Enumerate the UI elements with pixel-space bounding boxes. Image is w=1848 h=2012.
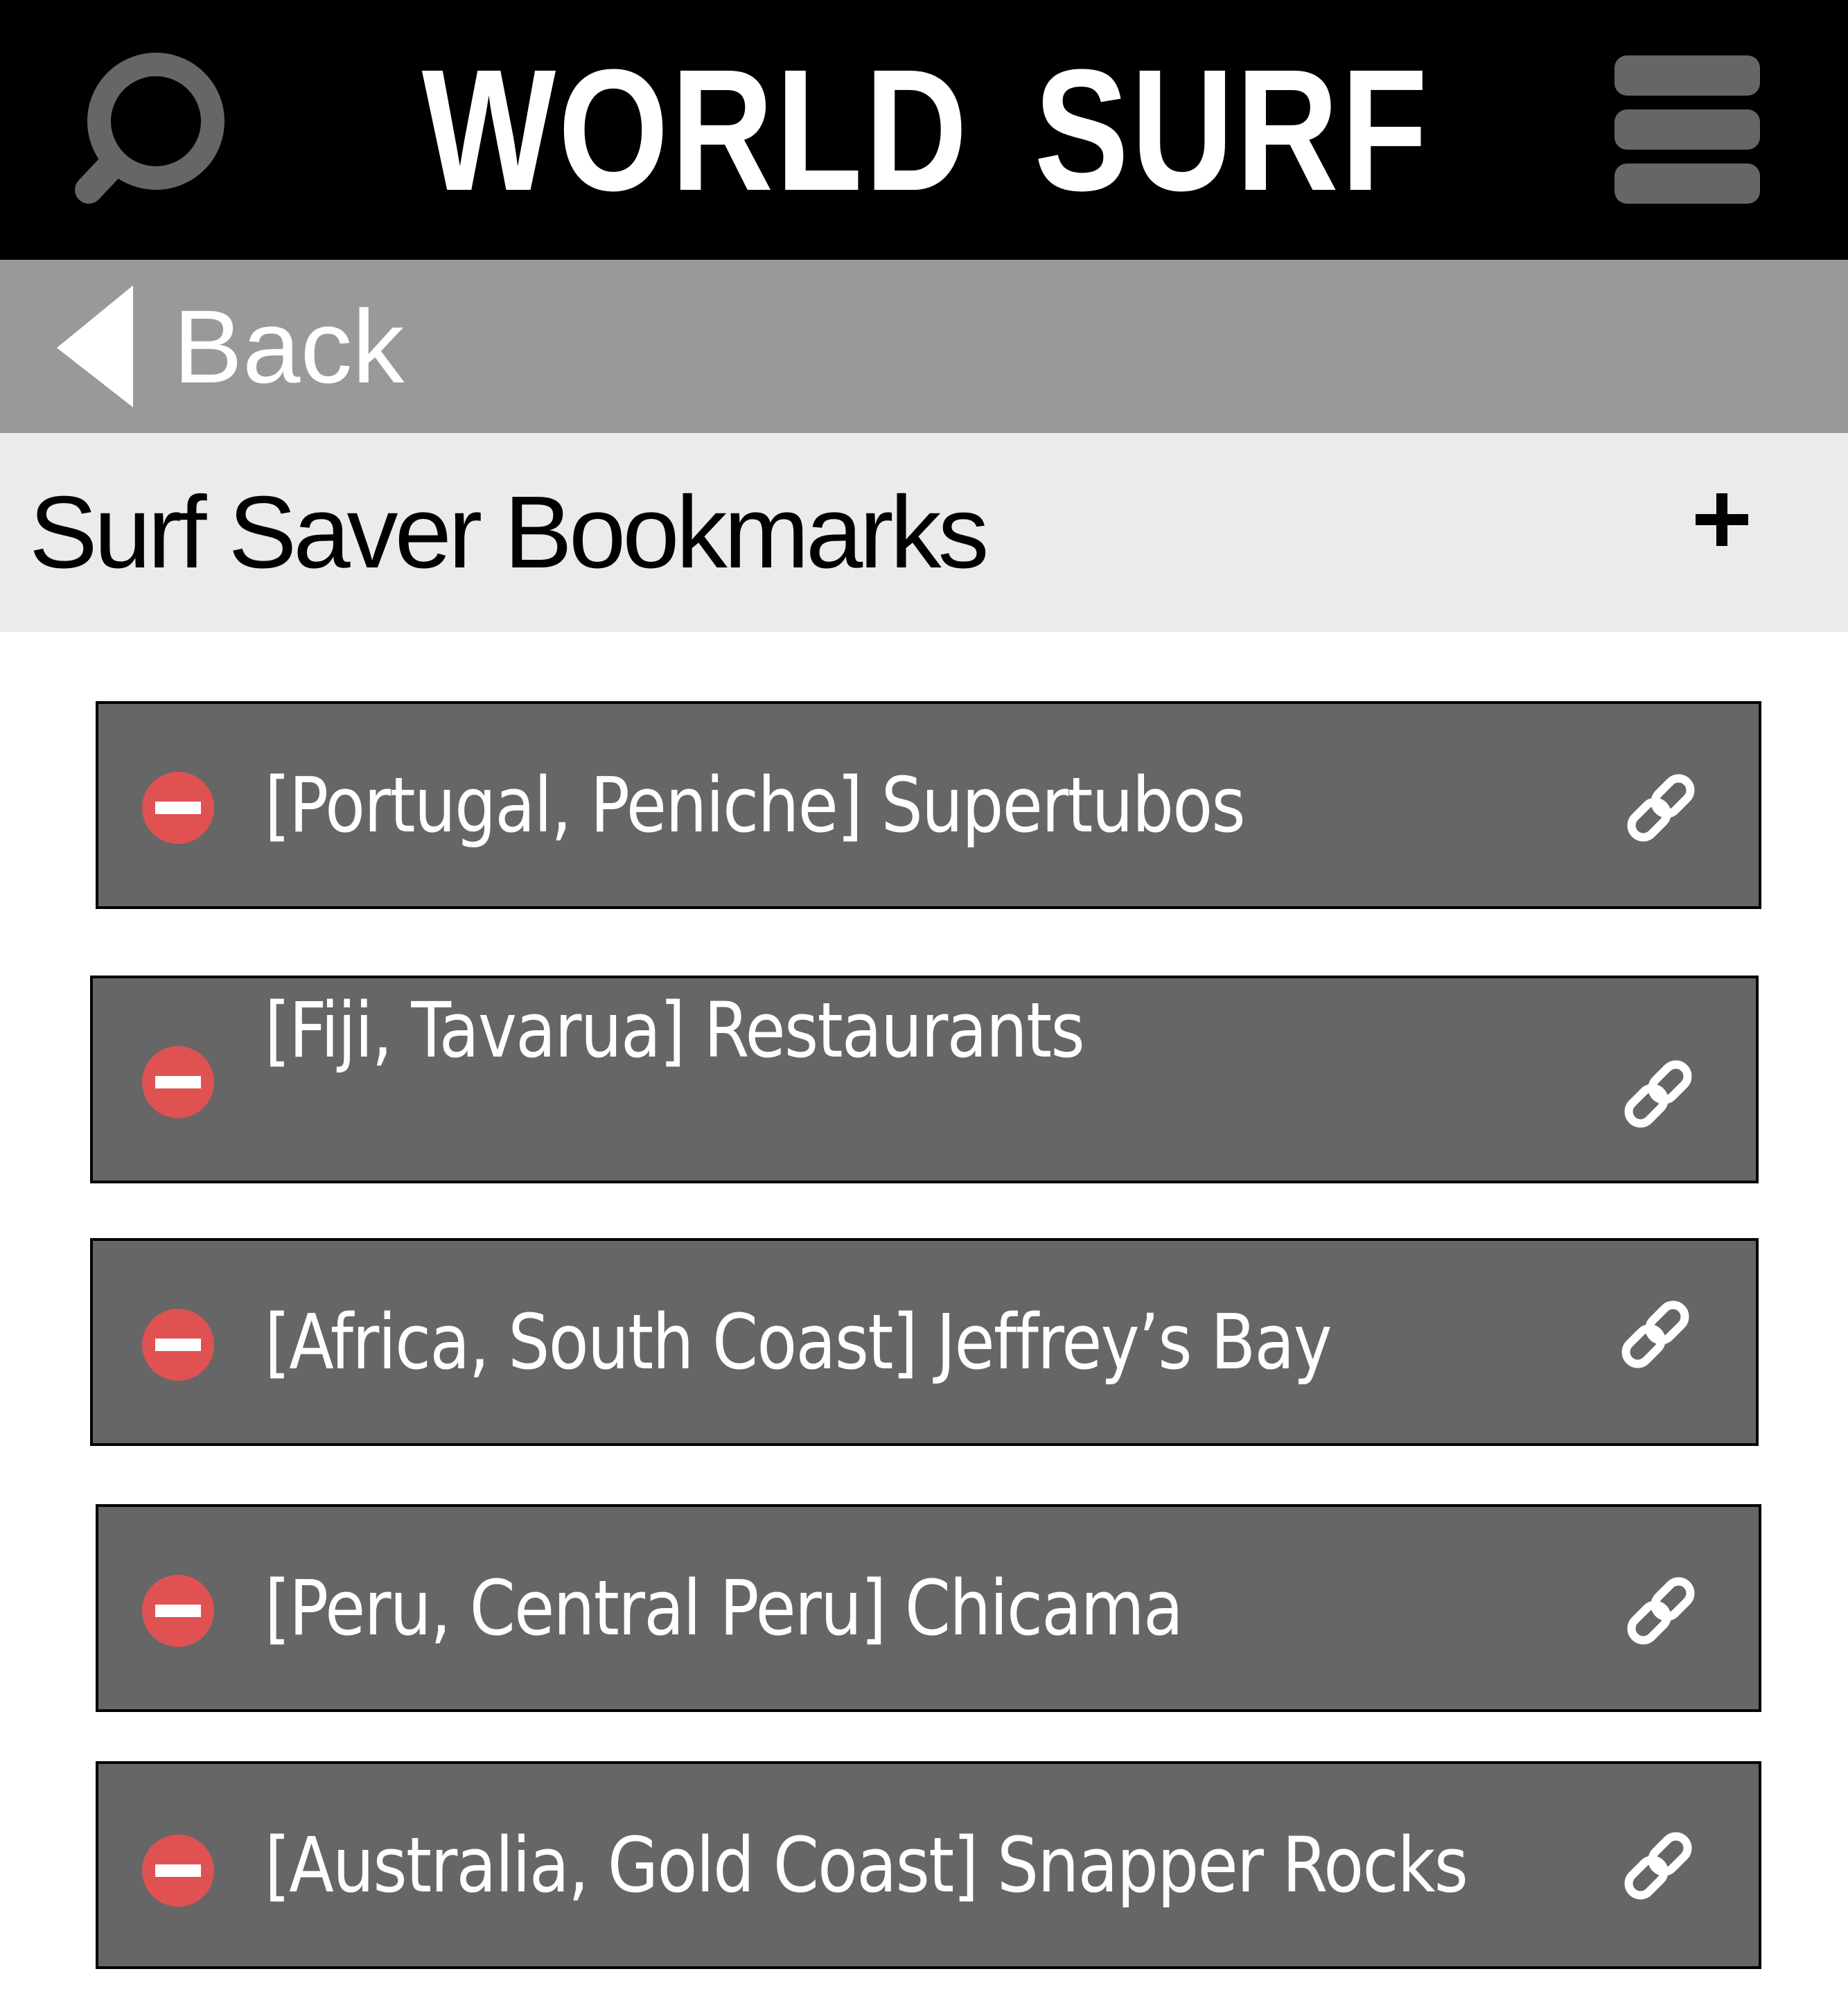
bookmark-label: [Peru, Central Peru] Chicama [265, 1564, 1183, 1652]
remove-icon [142, 1835, 214, 1907]
bookmark-row[interactable]: [Fiji, Tavarua] Restaurants [90, 976, 1759, 1183]
back-triangle-icon [57, 285, 133, 407]
remove-bookmark-button[interactable] [140, 1044, 216, 1120]
bookmark-label: [Portugal, Peniche] Supertubos [265, 761, 1246, 849]
link-icon [1627, 1577, 1695, 1645]
bookmark-label: [Africa, South Coast] Jeffrey’s Bay [265, 1298, 1332, 1386]
remove-bookmark-button[interactable] [140, 770, 216, 846]
bookmark-label: [Fiji, Tavarua] Restaurants [265, 986, 1085, 1075]
plus-icon [1696, 493, 1748, 546]
back-button[interactable]: Back [0, 260, 1848, 433]
hamburger-menu-icon-bar-2 [1614, 109, 1760, 150]
search-icon [75, 53, 225, 204]
remove-bookmark-button[interactable] [140, 1573, 216, 1649]
back-label: Back [173, 288, 405, 405]
remove-icon [142, 1309, 214, 1381]
remove-icon [142, 1575, 214, 1647]
page-title: Surf Saver Bookmarks [29, 475, 989, 590]
bookmark-label: [Australia, Gold Coast] Snapper Rocks [265, 1821, 1468, 1909]
app-bar: WORLD SURF [0, 0, 1848, 260]
hamburger-menu-icon [1614, 55, 1760, 96]
open-bookmark-link-button[interactable] [1623, 770, 1699, 846]
link-icon [1627, 774, 1695, 842]
bookmark-row[interactable]: [Australia, Gold Coast] Snapper Rocks [96, 1761, 1761, 1969]
link-icon [1624, 1832, 1692, 1900]
hamburger-menu-icon-bar-3 [1614, 164, 1760, 204]
menu-button[interactable] [1614, 55, 1763, 204]
add-bookmark-button[interactable] [1680, 478, 1763, 561]
remove-icon [142, 772, 214, 844]
bookmark-row[interactable]: [Africa, South Coast] Jeffrey’s Bay [90, 1238, 1759, 1446]
open-bookmark-link-button[interactable] [1620, 1828, 1696, 1904]
link-icon [1621, 1300, 1689, 1368]
bookmark-row[interactable]: [Portugal, Peniche] Supertubos [96, 701, 1761, 909]
search-button[interactable] [69, 42, 236, 215]
open-bookmark-link-button[interactable] [1623, 1573, 1699, 1649]
section-header: Surf Saver Bookmarks [0, 433, 1848, 632]
link-icon [1624, 1060, 1692, 1128]
app-title: WORLD SURF [421, 33, 1430, 227]
remove-icon [142, 1046, 214, 1118]
open-bookmark-link-button[interactable] [1620, 1056, 1696, 1132]
remove-bookmark-button[interactable] [140, 1307, 216, 1383]
remove-bookmark-button[interactable] [140, 1833, 216, 1909]
open-bookmark-link-button[interactable] [1617, 1296, 1693, 1373]
bookmark-row[interactable]: [Peru, Central Peru] Chicama [96, 1504, 1761, 1712]
